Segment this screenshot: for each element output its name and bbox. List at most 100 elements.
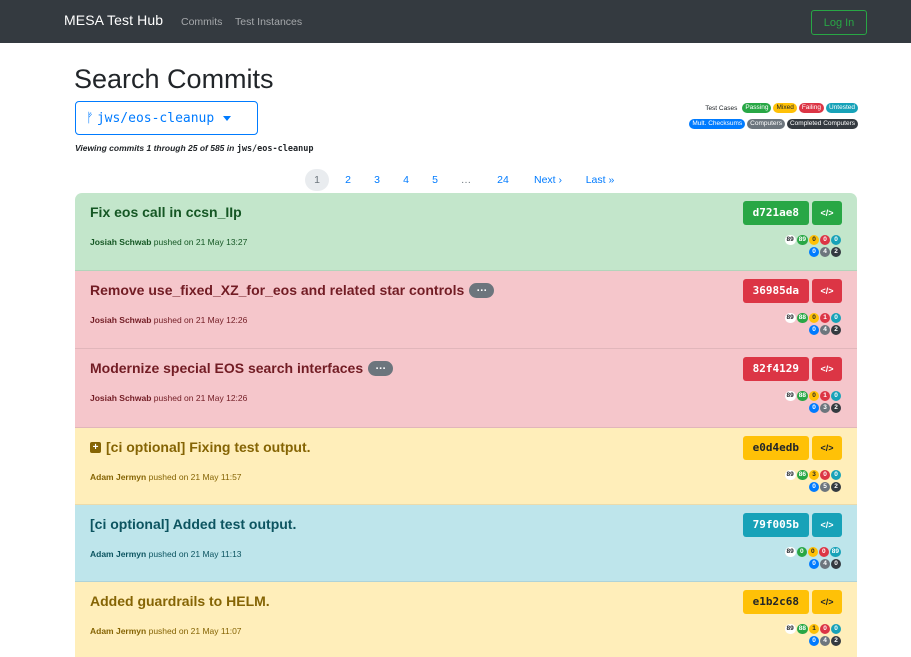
commit-row[interactable]: [ci optional] Added test output. Adam Je… — [75, 505, 857, 582]
legend-row-2: Mult. Checksums Computers Completed Comp… — [689, 119, 858, 129]
code-icon[interactable]: </> — [812, 279, 842, 303]
count-untested: 0 — [831, 391, 841, 401]
viewing-summary: Viewing commits 1 through 25 of 585 in j… — [75, 143, 313, 154]
commit-meta: Adam Jermyn pushed on 21 May 11:13 — [90, 549, 242, 559]
commit-row[interactable]: Fix eos call in ccsn_IIp Josiah Schwab p… — [75, 193, 857, 271]
count-passing: 88 — [796, 313, 808, 323]
commit-author: Adam Jermyn — [90, 549, 147, 559]
commit-author: Adam Jermyn — [90, 472, 147, 482]
commit-sha-button[interactable]: e0d4edb — [742, 436, 809, 460]
count-mixed: 0 — [807, 547, 818, 557]
count-total: 89 — [784, 313, 796, 323]
count-checksums: 0 — [809, 247, 819, 257]
count-checksums: 0 — [809, 559, 819, 569]
page-ellipsis: … — [460, 174, 472, 186]
count-computers: 5 — [820, 482, 830, 492]
page-5[interactable]: 5 — [429, 169, 441, 191]
count-passing: 0 — [796, 547, 807, 557]
count-total: 89 — [784, 391, 796, 401]
nav-link-commits[interactable]: Commits — [181, 16, 222, 28]
count-checksums: 0 — [809, 325, 819, 335]
commit-sha-button[interactable]: 79f005b — [742, 513, 809, 537]
page-next[interactable]: Next › — [530, 169, 566, 191]
page-title: Search Commits — [74, 64, 274, 94]
legend-untested: Untested — [825, 103, 858, 113]
count-completed: 2 — [831, 482, 841, 492]
count-completed: 0 — [831, 559, 841, 569]
expand-message-button[interactable]: … — [368, 360, 394, 376]
expand-message-button[interactable]: … — [469, 282, 495, 298]
branch-dropdown[interactable]: ᚠ jws/eos-cleanup — [75, 101, 258, 135]
commit-title[interactable]: Remove use_fixed_XZ_for_eos and related … — [90, 282, 495, 298]
page-4[interactable]: 4 — [400, 169, 412, 191]
count-passing: 88 — [796, 624, 808, 634]
page-last[interactable]: Last » — [583, 169, 617, 191]
pagination: 1 2 3 4 5 … 24 Next › Last » — [0, 169, 911, 191]
plus-square-icon[interactable]: + — [90, 441, 101, 453]
test-counts: 89 89 0 0 0 — [784, 235, 841, 245]
commit-title[interactable]: + [ci optional] Fixing test output. — [90, 439, 311, 455]
commit-title[interactable]: Modernize special EOS search interfaces… — [90, 360, 394, 376]
count-mixed: 0 — [809, 391, 819, 401]
commit-title[interactable]: [ci optional] Added test output. — [90, 516, 296, 532]
count-computers: 4 — [820, 636, 830, 646]
count-mixed: 0 — [809, 235, 819, 245]
navbar: MESA Test Hub Commits Test Instances Log… — [0, 0, 911, 43]
commit-sha-button[interactable]: e1b2c68 — [742, 590, 809, 614]
count-mixed: 0 — [809, 313, 819, 323]
page-1[interactable]: 1 — [305, 169, 329, 191]
computer-counts: 0 4 0 — [809, 559, 841, 569]
page-24[interactable]: 24 — [494, 169, 512, 191]
commit-title[interactable]: Added guardrails to HELM. — [90, 593, 270, 609]
test-counts: 89 0 0 0 89 — [784, 547, 841, 557]
branch-label: jws/eos-cleanup — [96, 110, 215, 126]
page-2[interactable]: 2 — [342, 169, 354, 191]
code-icon[interactable]: </> — [812, 436, 842, 460]
count-completed: 2 — [831, 636, 841, 646]
count-untested: 0 — [831, 624, 841, 634]
commit-sha-button[interactable]: 82f4129 — [742, 357, 809, 381]
nav-link-test-instances[interactable]: Test Instances — [235, 16, 302, 28]
commit-author: Josiah Schwab — [90, 237, 152, 247]
commit-meta: Josiah Schwab pushed on 21 May 12:26 — [90, 393, 247, 403]
count-passing: 88 — [796, 391, 808, 401]
test-counts: 89 88 0 1 0 — [784, 391, 841, 401]
commit-sha-button[interactable]: 36985da — [742, 279, 809, 303]
legend-row-1: Test Cases Passing Mixed Failing Unteste… — [705, 103, 858, 113]
brand-link[interactable]: MESA Test Hub — [64, 12, 163, 28]
computer-counts: 0 4 2 — [809, 247, 841, 257]
commit-pushed: pushed on 21 May 12:26 — [153, 393, 248, 403]
branch-icon: ᚠ — [86, 110, 94, 126]
page-3[interactable]: 3 — [371, 169, 383, 191]
code-icon[interactable]: </> — [812, 201, 842, 225]
commit-author: Josiah Schwab — [90, 315, 152, 325]
computer-counts: 0 4 2 — [809, 325, 841, 335]
viewing-branch: jws/eos-cleanup — [236, 144, 314, 154]
count-untested: 0 — [831, 313, 841, 323]
commit-row[interactable]: Remove use_fixed_XZ_for_eos and related … — [75, 271, 857, 349]
count-completed: 2 — [831, 247, 841, 257]
commit-sha-button[interactable]: d721ae8 — [742, 201, 809, 225]
commit-title[interactable]: Fix eos call in ccsn_IIp — [90, 204, 242, 220]
code-icon[interactable]: </> — [812, 590, 842, 614]
test-counts: 89 86 3 0 0 — [784, 470, 841, 480]
count-total: 89 — [784, 624, 796, 634]
legend-mixed: Mixed — [773, 103, 797, 113]
viewing-text: Viewing commits 1 through 25 of 585 in — [75, 143, 235, 153]
commit-meta: Josiah Schwab pushed on 21 May 13:27 — [90, 237, 247, 247]
test-counts: 89 88 1 0 0 — [784, 624, 841, 634]
commit-pushed: pushed on 21 May 11:13 — [148, 549, 242, 559]
computer-counts: 0 3 2 — [809, 403, 841, 413]
commit-row[interactable]: Modernize special EOS search interfaces…… — [75, 349, 857, 428]
count-computers: 4 — [820, 247, 830, 257]
commit-row[interactable]: Added guardrails to HELM. Adam Jermyn pu… — [75, 582, 857, 657]
legend-label: Test Cases — [705, 104, 738, 112]
count-failing: 1 — [820, 391, 830, 401]
count-failing: 0 — [820, 470, 830, 480]
code-icon[interactable]: </> — [812, 357, 842, 381]
login-button[interactable]: Log In — [811, 10, 867, 35]
commit-row[interactable]: + [ci optional] Fixing test output. Adam … — [75, 428, 857, 505]
code-icon[interactable]: </> — [812, 513, 842, 537]
count-passing: 89 — [796, 235, 808, 245]
count-computers: 4 — [820, 559, 830, 569]
